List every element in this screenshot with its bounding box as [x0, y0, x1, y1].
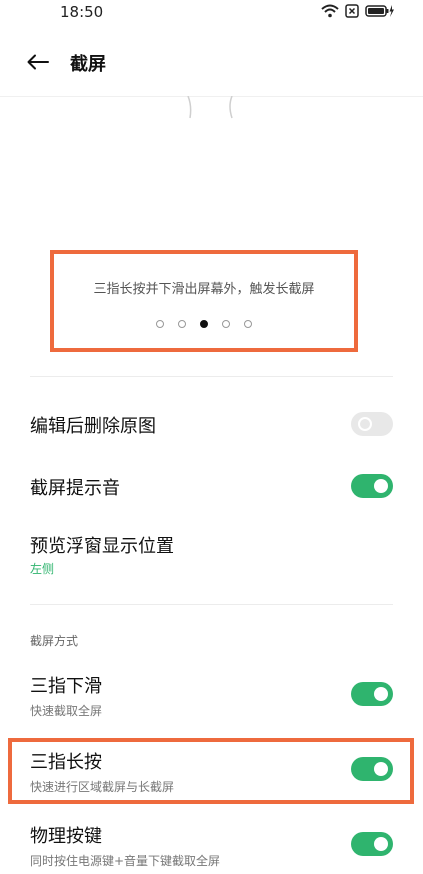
app-bar: 截屏 [0, 36, 423, 92]
status-bar: 18:50 [0, 0, 423, 28]
status-icons [321, 4, 395, 18]
section-header: 截屏方式 [30, 634, 79, 648]
setting-title: 预览浮窗显示位置 [30, 536, 174, 557]
battery-charging-icon [365, 4, 395, 18]
toggle-knob [374, 479, 388, 493]
status-time: 18:50 [60, 3, 104, 21]
setting-sound[interactable]: 截屏提示音 [0, 462, 423, 514]
pager-dot[interactable] [178, 320, 186, 328]
setting-title: 三指下滑 [30, 676, 102, 697]
toggle-knob [374, 687, 388, 701]
setting-title: 截屏提示音 [30, 478, 120, 499]
setting-value: 左侧 [30, 562, 55, 576]
tutorial-text: 三指长按并下滑出屏幕外，触发长截屏 [93, 282, 315, 297]
setting-subtitle: 快速截取全屏 [30, 704, 103, 718]
pager-dot-active[interactable] [200, 320, 208, 328]
pager-dot[interactable] [222, 320, 230, 328]
gesture-illustration [180, 95, 240, 122]
setting-title: 物理按键 [30, 826, 102, 847]
toggle-knob [374, 837, 388, 851]
page-title: 截屏 [70, 54, 106, 75]
setting-physical-keys[interactable]: 物理按键 同时按住电源键+音量下键截取全屏 [0, 818, 423, 874]
pager-dots [54, 320, 354, 328]
toggle-knob [358, 417, 372, 431]
setting-delete-original[interactable]: 编辑后删除原图 [0, 400, 423, 452]
sound-toggle[interactable] [351, 474, 393, 498]
setting-subtitle: 同时按住电源键+音量下键截取全屏 [30, 854, 221, 868]
sim-off-icon [345, 4, 359, 18]
back-button[interactable] [22, 48, 54, 80]
setting-three-finger-swipe[interactable]: 三指下滑 快速截取全屏 [0, 664, 423, 726]
highlight-box [8, 738, 414, 804]
three-finger-swipe-toggle[interactable] [351, 682, 393, 706]
pager-dot[interactable] [156, 320, 164, 328]
wifi-icon [321, 4, 339, 18]
arrow-left-icon [27, 54, 49, 74]
setting-preview-position[interactable]: 预览浮窗显示位置 左侧 [0, 522, 423, 584]
delete-original-toggle[interactable] [351, 412, 393, 436]
pager-dot[interactable] [244, 320, 252, 328]
tutorial-card: 三指长按并下滑出屏幕外，触发长截屏 [50, 250, 358, 352]
section-divider [30, 604, 393, 605]
section-divider [30, 376, 393, 377]
setting-title: 编辑后删除原图 [30, 416, 156, 437]
physical-keys-toggle[interactable] [351, 832, 393, 856]
